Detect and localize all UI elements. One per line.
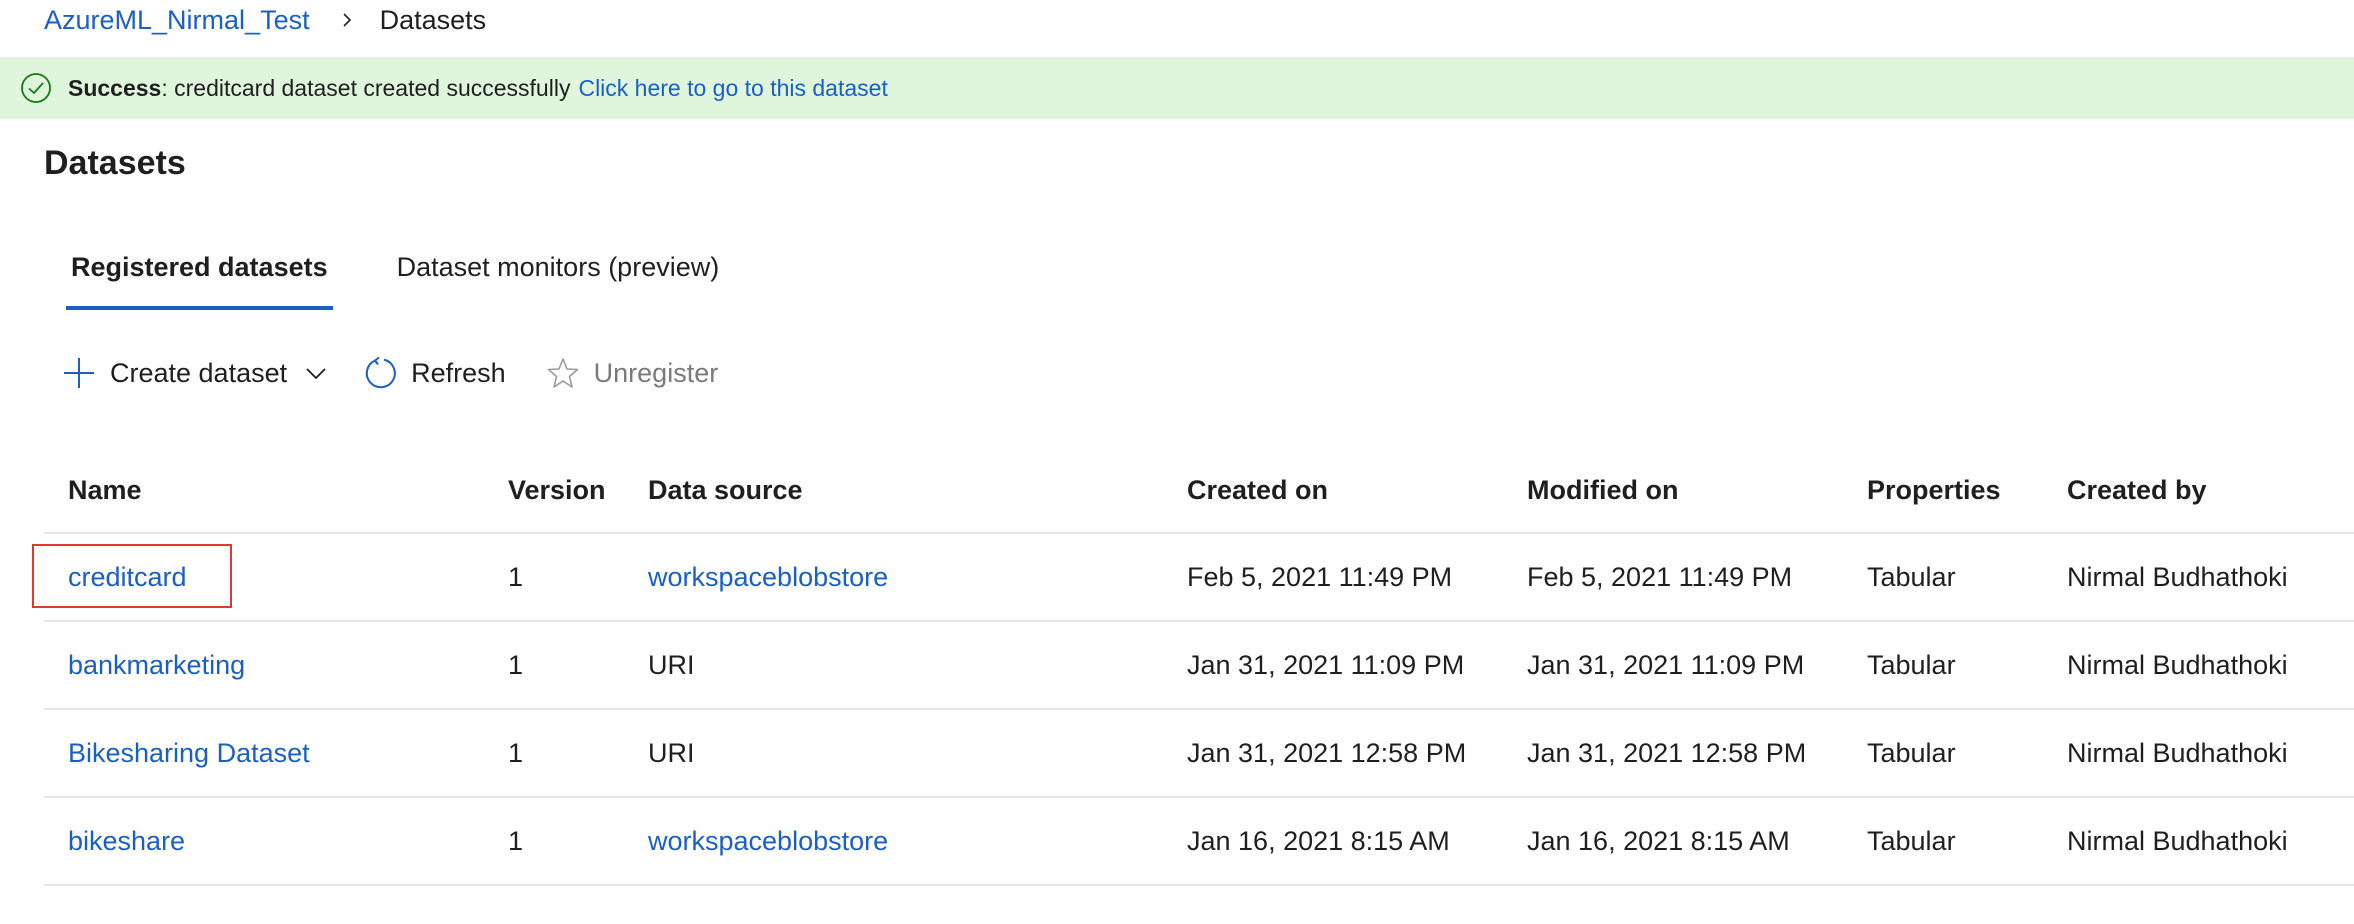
chevron-right-icon (343, 13, 351, 27)
table-row[interactable]: bankmarketing 1 URI Jan 31, 2021 11:09 P… (44, 622, 2354, 710)
column-header-data-source[interactable]: Data source (648, 475, 803, 506)
created-by: Nirmal Budhathoki (2067, 649, 2288, 680)
go-to-dataset-link[interactable]: Click here to go to this dataset (578, 75, 887, 102)
chevron-down-icon[interactable] (305, 362, 327, 384)
properties: Tabular (1867, 825, 1956, 856)
created-by: Nirmal Budhathoki (2067, 561, 2288, 592)
create-dataset-label: Create dataset (110, 357, 288, 388)
checkmark-circle-icon (21, 73, 51, 103)
refresh-button[interactable]: Refresh (363, 356, 506, 390)
column-header-properties[interactable]: Properties (1867, 475, 2001, 506)
dataset-version: 1 (508, 825, 524, 856)
modified-on: Jan 31, 2021 11:09 PM (1527, 649, 1805, 680)
unregister-button[interactable]: Unregister (546, 356, 719, 390)
column-header-name[interactable]: Name (68, 475, 142, 506)
data-source-link[interactable]: workspaceblobstore (648, 562, 888, 593)
modified-on: Jan 31, 2021 12:58 PM (1527, 737, 1807, 768)
refresh-label: Refresh (411, 357, 506, 388)
created-on: Jan 31, 2021 12:58 PM (1187, 737, 1467, 768)
dataset-version: 1 (508, 737, 524, 768)
dataset-name-link[interactable]: bankmarketing (68, 650, 245, 681)
dataset-name-link[interactable]: Bikesharing Dataset (68, 738, 310, 769)
created-on: Feb 5, 2021 11:49 PM (1187, 561, 1453, 592)
dataset-version: 1 (508, 561, 524, 592)
success-banner: Success : creditcard dataset created suc… (0, 57, 2354, 119)
refresh-icon (365, 356, 396, 389)
plus-icon (64, 358, 94, 388)
dataset-name-link[interactable]: bikeshare (68, 826, 185, 857)
column-header-modified-on[interactable]: Modified on (1527, 475, 1678, 506)
banner-label: Success (68, 74, 162, 101)
breadcrumb-workspace-link[interactable]: AzureML_Nirmal_Test (44, 5, 310, 36)
column-header-created-by[interactable]: Created by (2067, 475, 2207, 506)
star-icon (547, 358, 578, 388)
modified-on: Feb 5, 2021 11:49 PM (1527, 561, 1793, 592)
tab-dataset-monitors[interactable]: Dataset monitors (preview) (397, 240, 725, 310)
dataset-name-link[interactable]: creditcard (68, 562, 187, 593)
page-title: Datasets (44, 144, 186, 182)
dataset-version: 1 (508, 649, 524, 680)
data-source: URI (648, 649, 695, 680)
create-dataset-button[interactable]: Create dataset (62, 356, 327, 390)
properties: Tabular (1867, 561, 1956, 592)
modified-on: Jan 16, 2021 8:15 AM (1527, 825, 1790, 856)
column-header-created-on[interactable]: Created on (1187, 475, 1328, 506)
breadcrumb: AzureML_Nirmal_Test Datasets (44, 0, 486, 40)
table-header: Name Version Data source Created on Modi… (44, 448, 2354, 534)
created-by: Nirmal Budhathoki (2067, 737, 2288, 768)
tab-bar: Registered datasets Dataset monitors (pr… (66, 240, 724, 310)
table-row[interactable]: Bikesharing Dataset 1 URI Jan 31, 2021 1… (44, 710, 2354, 798)
properties: Tabular (1867, 737, 1956, 768)
table-row[interactable]: creditcard 1 workspaceblobstore Feb 5, 2… (32, 534, 2354, 622)
column-header-version[interactable]: Version (508, 475, 606, 506)
data-source-link[interactable]: workspaceblobstore (648, 826, 888, 857)
toolbar: Create dataset Refresh Unregister (62, 350, 718, 396)
unregister-label: Unregister (593, 357, 719, 388)
breadcrumb-current: Datasets (379, 4, 487, 35)
banner-message: : creditcard dataset created successfull… (161, 74, 571, 101)
created-on: Jan 31, 2021 11:09 PM (1187, 649, 1465, 680)
table-row[interactable]: bikeshare 1 workspaceblobstore Jan 16, 2… (44, 798, 2354, 886)
created-on: Jan 16, 2021 8:15 AM (1187, 825, 1450, 856)
properties: Tabular (1867, 649, 1956, 680)
tab-registered-datasets[interactable]: Registered datasets (66, 240, 333, 310)
created-by: Nirmal Budhathoki (2067, 825, 2288, 856)
data-source: URI (648, 737, 695, 768)
datasets-table: Name Version Data source Created on Modi… (32, 448, 2354, 886)
